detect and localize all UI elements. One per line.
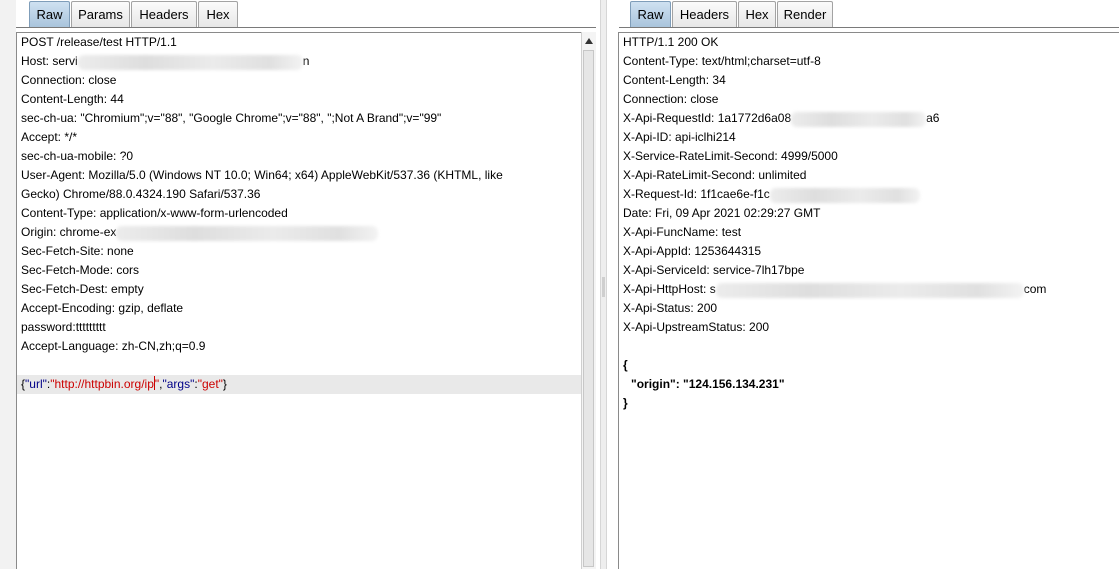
request-scrollbar[interactable]	[581, 32, 596, 569]
header-line-wrap: Gecko) Chrome/88.0.4324.190 Safari/537.3…	[21, 187, 261, 201]
origin-header: Origin: chrome-ex	[21, 223, 581, 242]
response-tab-bar: Raw Headers Hex Render	[607, 0, 1119, 28]
tab-response-headers[interactable]: Headers	[672, 1, 737, 27]
tab-request-params[interactable]: Params	[71, 1, 130, 27]
tab-response-render[interactable]: Render	[777, 1, 833, 27]
header-line: Content-Type: text/html;charset=utf-8	[623, 54, 821, 68]
header-line: Content-Length: 34	[623, 73, 726, 87]
scroll-thumb[interactable]	[583, 50, 594, 567]
header-line: password:ttttttttt	[21, 320, 106, 334]
host-prefix: Host: servi	[21, 54, 78, 68]
header-line: X-Api-ID: api-iclhi214	[623, 130, 736, 144]
request-tab-bar: Raw Params Headers Hex	[0, 0, 600, 28]
origin-prefix: Origin: chrome-ex	[21, 225, 117, 239]
header-line: Content-Length: 44	[21, 92, 124, 106]
tab-response-hex[interactable]: Hex	[738, 1, 776, 27]
header-line: User-Agent: Mozilla/5.0 (Windows NT 10.0…	[21, 168, 503, 182]
left-gutter	[0, 0, 16, 569]
redacted-blur	[77, 55, 303, 70]
redacted-blur	[791, 112, 927, 127]
tab-request-headers[interactable]: Headers	[131, 1, 197, 27]
header-line: Sec-Fetch-Mode: cors	[21, 263, 140, 277]
redacted-blur	[116, 226, 379, 241]
header-line: X-Api-AppId: 1253644315	[623, 244, 762, 258]
header-line: Sec-Fetch-Dest: empty	[21, 282, 144, 296]
header-line: Accept: */*	[21, 130, 78, 144]
request-editor[interactable]: POST /release/test HTTP/1.1 Host: servi n…	[16, 32, 581, 569]
request-line: POST /release/test HTTP/1.1	[21, 35, 177, 49]
tab-request-hex[interactable]: Hex	[198, 1, 238, 27]
header-line: X-Api-Status: 200	[623, 301, 718, 315]
header-line: X-Api-ServiceId: service-7lh17bpe	[623, 263, 805, 277]
request-id-header: X-Api-RequestId: 1a1772d6a08 a6	[623, 111, 940, 127]
header-line: Accept-Language: zh-CN,zh;q=0.9	[21, 339, 206, 353]
x-request-id-header: X-Request-Id: 1f1cae6e-f1c	[623, 185, 1119, 204]
header-line: X-Service-RateLimit-Second: 4999/5000	[623, 149, 838, 163]
header-line: X-Api-FuncName: test	[623, 225, 742, 239]
host-header: Host: servi n	[21, 52, 581, 71]
host-suffix: n	[302, 54, 310, 68]
tab-underline	[619, 27, 1119, 28]
http-host-header: X-Api-HttpHost: s com	[623, 282, 1047, 298]
request-body-line: {"url":"http://httpbin.org/ip","args":"g…	[17, 375, 581, 394]
header-line: Sec-Fetch-Site: none	[21, 244, 134, 258]
divider-grip-icon[interactable]	[602, 277, 605, 297]
header-line: Accept-Encoding: gzip, deflate	[21, 301, 184, 315]
request-pane: Raw Params Headers Hex POST /release/tes…	[0, 0, 600, 569]
header-line: sec-ch-ua: "Chromium";v="88", "Google Ch…	[21, 111, 442, 125]
header-line: X-Api-RateLimit-Second: unlimited	[623, 168, 807, 182]
response-viewer[interactable]: HTTP/1.1 200 OK Content-Type: text/html;…	[618, 32, 1119, 569]
status-line: HTTP/1.1 200 OK	[623, 35, 719, 49]
header-line: sec-ch-ua-mobile: ?0	[21, 149, 134, 163]
tab-request-raw[interactable]: Raw	[29, 1, 70, 27]
header-line: Connection: close	[21, 73, 117, 87]
response-pane: Raw Headers Hex Render HTTP/1.1 200 OK C…	[607, 0, 1119, 569]
header-line: Content-Type: application/x-www-form-url…	[21, 206, 288, 220]
header-line: Connection: close	[623, 92, 719, 106]
header-line: Date: Fri, 09 Apr 2021 02:29:27 GMT	[623, 206, 821, 220]
tab-underline	[16, 27, 596, 28]
redacted-blur	[769, 188, 920, 203]
json-open-brace: {	[623, 358, 628, 372]
header-line: X-Api-UpstreamStatus: 200	[623, 320, 770, 334]
json-close-brace: }	[623, 396, 628, 410]
redacted-blur	[715, 283, 1024, 298]
tab-response-raw[interactable]: Raw	[630, 1, 671, 27]
json-origin-line: "origin": "124.156.134.231"	[631, 377, 785, 391]
split-pane-divider[interactable]	[600, 0, 607, 569]
scroll-up-icon[interactable]	[582, 34, 596, 48]
